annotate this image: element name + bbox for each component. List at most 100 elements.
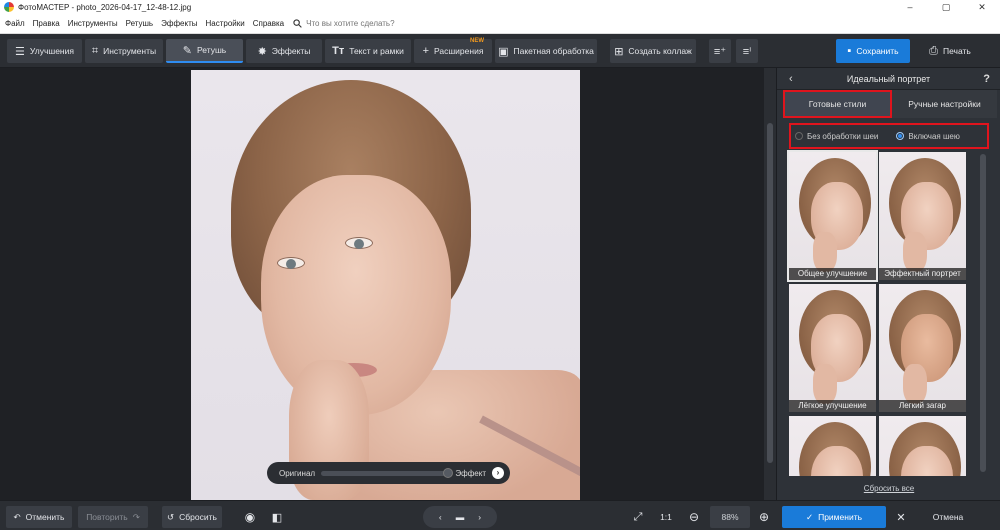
- close-window-button[interactable]: ✕: [964, 0, 1000, 14]
- fit-screen-icon[interactable]: ⤢: [627, 506, 649, 528]
- zoom-in-icon[interactable]: ⊕: [754, 506, 774, 528]
- text-icon: Tт: [332, 45, 345, 57]
- radio-with-neck-label: Включая шею: [908, 131, 960, 141]
- reset-all-link[interactable]: Сбросить все: [777, 484, 1000, 493]
- collage-icon: ⊞: [614, 45, 624, 58]
- app-logo-icon: [4, 2, 14, 12]
- collage-label: Создать коллаж: [628, 46, 692, 56]
- reset-button[interactable]: ↺ Сбросить: [162, 506, 222, 528]
- tools-button[interactable]: ⌗ Инструменты: [85, 39, 163, 63]
- photo-canvas[interactable]: Оригинал Эффект ›: [0, 68, 776, 500]
- zoom-value[interactable]: 88%: [710, 506, 750, 528]
- preset-partial-2[interactable]: [879, 416, 966, 476]
- canvas-scrollbar[interactable]: [764, 68, 776, 500]
- sliders-icon: ☰: [15, 45, 25, 58]
- menu-effects[interactable]: Эффекты: [158, 19, 200, 28]
- preset-hand: [813, 364, 837, 404]
- search-input[interactable]: [306, 19, 447, 28]
- preset-general[interactable]: Общее улучшение: [787, 150, 878, 282]
- enhance-label: Улучшения: [29, 46, 74, 56]
- printer-icon: ⎙: [929, 44, 938, 57]
- menu-settings[interactable]: Настройки: [202, 19, 247, 28]
- main-toolbar: ☰ Улучшения ⌗ Инструменты ✎ Ретушь ✸ Эфф…: [0, 34, 1000, 68]
- compare-slider-bar: Оригинал Эффект ›: [267, 462, 510, 484]
- preset-light[interactable]: Лёгкое улучшение: [789, 284, 876, 412]
- batch-button[interactable]: ▣ Пакетная обработка: [495, 39, 597, 63]
- panel-scroll-thumb[interactable]: [980, 154, 986, 472]
- effects-label: Эффекты: [271, 46, 311, 56]
- portrait-photo[interactable]: [191, 70, 580, 500]
- apply-button[interactable]: ✓ Применить: [782, 506, 886, 528]
- menu-file[interactable]: Файл: [2, 19, 28, 28]
- compare-next-button[interactable]: ›: [492, 467, 504, 479]
- preset-tan[interactable]: Легкий загар: [879, 284, 966, 412]
- tab-presets[interactable]: Готовые стили: [783, 90, 892, 118]
- window-title: ФотоМАСТЕР - photo_2026-04-17_12-48-12.j…: [18, 2, 192, 12]
- canvas-scroll-thumb[interactable]: [767, 123, 773, 463]
- retouch-label: Ретушь: [196, 45, 227, 55]
- folder-icon[interactable]: ▬: [456, 512, 465, 522]
- retouch-button[interactable]: ✎ Ретушь: [166, 39, 243, 63]
- tab-manual[interactable]: Ручные настройки: [892, 90, 997, 118]
- compare-knob[interactable]: [443, 467, 454, 478]
- list-add-icon: ≡⁺: [713, 45, 727, 58]
- perfect-portrait-panel: ‹ Идеальный портрет ? Готовые стили Ручн…: [776, 68, 1000, 500]
- compare-track[interactable]: [321, 467, 454, 478]
- radio-with-neck[interactable]: Включая шею: [896, 131, 960, 141]
- menu-help[interactable]: Справка: [250, 19, 287, 28]
- tools-label: Инструменты: [103, 46, 157, 56]
- radio-with-neck-dot[interactable]: [896, 132, 905, 140]
- menu-search: [293, 19, 447, 28]
- cancel-button[interactable]: Отмена: [920, 506, 976, 528]
- print-button[interactable]: ⎙ Печать: [915, 39, 985, 63]
- panel-scrollbar[interactable]: [978, 152, 988, 474]
- print-label: Печать: [942, 46, 971, 56]
- save-button[interactable]: ▪ Сохранить: [836, 39, 910, 63]
- eye-icon[interactable]: ◉: [238, 506, 262, 528]
- one-to-one-button[interactable]: 1:1: [655, 506, 677, 528]
- zoom-out-icon[interactable]: ⊖: [684, 506, 704, 528]
- preset-hand: [903, 364, 927, 404]
- neck-options: Без обработки шеи Включая шею: [789, 123, 989, 149]
- compare-effect-label: Эффект: [455, 468, 486, 478]
- preset-partial-1[interactable]: [789, 416, 876, 476]
- radio-no-neck-dot[interactable]: [795, 132, 803, 140]
- brush-icon: ✎: [182, 44, 192, 57]
- redo-button[interactable]: Повторить ↷: [78, 506, 148, 528]
- menu-tools[interactable]: Инструменты: [65, 19, 121, 28]
- undo-icon: ↶: [13, 511, 21, 522]
- search-icon: [293, 19, 302, 28]
- reset-icon: ↺: [167, 511, 175, 522]
- radio-no-neck[interactable]: Без обработки шеи: [795, 132, 878, 141]
- prev-photo-icon[interactable]: ‹: [439, 512, 442, 522]
- enhance-button[interactable]: ☰ Улучшения: [7, 39, 82, 63]
- panel-title: Идеальный портрет: [846, 73, 931, 84]
- effects-button[interactable]: ✸ Эффекты: [246, 39, 322, 63]
- undo-button[interactable]: ↶ Отменить: [6, 506, 72, 528]
- redo-label: Повторить: [86, 512, 128, 522]
- collage-button[interactable]: ⊞ Создать коллаж: [610, 39, 696, 63]
- preset-label: Общее улучшение: [789, 268, 876, 280]
- menu-retouch[interactable]: Ретушь: [123, 19, 157, 28]
- extensions-label: Расширения: [434, 46, 484, 56]
- sparkle-icon: ✸: [257, 45, 267, 58]
- photo-left-eye: [277, 257, 305, 269]
- back-arrow-icon[interactable]: ‹: [789, 73, 793, 85]
- minimize-button[interactable]: –: [892, 0, 928, 14]
- next-photo-icon[interactable]: ›: [478, 512, 481, 522]
- menu-edit[interactable]: Правка: [30, 19, 63, 28]
- preset-striking[interactable]: Эффектный портрет: [879, 152, 966, 280]
- panel-header: ‹ Идеальный портрет ?: [777, 68, 1000, 90]
- cancel-x-icon[interactable]: ✕: [892, 506, 910, 528]
- help-icon[interactable]: ?: [983, 73, 990, 85]
- maximize-button[interactable]: ▢: [928, 0, 964, 14]
- extensions-button[interactable]: + Расширения NEW: [414, 38, 492, 63]
- list-info-icon: ≡ⁱ: [742, 45, 752, 58]
- add-preset-button[interactable]: ≡⁺: [709, 39, 731, 63]
- presets-info-button[interactable]: ≡ⁱ: [736, 39, 758, 63]
- before-after-icon[interactable]: ◧: [266, 506, 288, 528]
- title-bar: ФотоМАСТЕР - photo_2026-04-17_12-48-12.j…: [0, 0, 1000, 14]
- text-frames-button[interactable]: Tт Текст и рамки: [325, 39, 411, 63]
- floppy-icon: ▪: [847, 45, 852, 57]
- apply-label: Применить: [818, 512, 863, 522]
